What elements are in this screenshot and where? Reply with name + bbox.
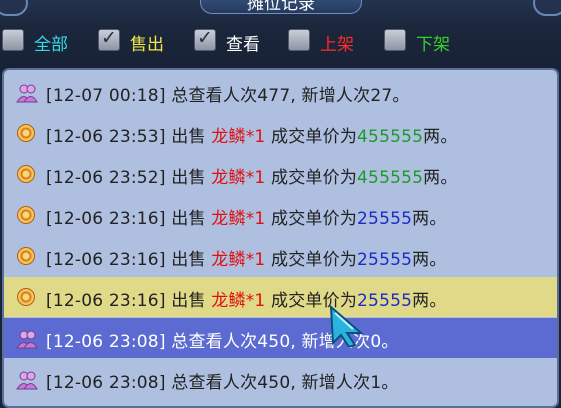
sale-record-row[interactable]: [12-06 23:53] 出售 龙鳞*1 成交单价为455555两。 [4,113,557,153]
record-mid: 成交单价为 [271,127,358,147]
record-summary: 总查看人次477, 新增人次27。 [171,86,410,106]
view-record-row[interactable]: [12-07 00:18] 总查看人次477, 新增人次27。 [4,72,557,112]
record-text: [12-06 23:16] 出售 龙鳞*1 成交单价为25555两。 [46,245,447,270]
record-mid: 成交单价为 [271,209,358,229]
record-action: 出售 [171,168,206,188]
record-text: [12-06 23:16] 出售 龙鳞*1 成交单价为25555两。 [46,204,447,229]
record-price: 455555 [357,127,424,147]
coin-shape [17,247,35,265]
record-item: 龙鳞*1 [211,168,266,188]
record-time: [12-06 23:08] [46,373,166,393]
record-price: 25555 [357,209,413,229]
people-icon [16,329,38,349]
record-time: [12-06 23:08] [46,332,166,352]
record-mid: 成交单价为 [271,250,358,270]
people-shape [16,84,38,103]
record-price: 455555 [357,168,424,188]
record-time: [12-06 23:16] [46,250,166,270]
record-time: [12-07 00:18] [46,86,166,106]
record-text: [12-06 23:52] 出售 龙鳞*1 成交单价为455555两。 [46,163,458,188]
coin-icon [16,165,38,185]
check-icon: ✓ [101,27,117,49]
filter-all-label: 全部 [34,35,68,55]
coin-shape [17,124,35,142]
coin-shape [17,165,35,183]
checkbox[interactable]: ✓ [98,27,120,51]
record-unit: 两。 [423,168,458,188]
coin-icon [16,206,38,226]
view-record-row[interactable]: [12-06 23:08] 总查看人次450, 新增人次1。 [4,359,557,399]
sale-record-row[interactable]: [12-06 23:52] 出售 龙鳞*1 成交单价为455555两。 [4,154,557,194]
filter-sold-label: 售出 [130,35,164,55]
record-item: 龙鳞*1 [211,209,266,229]
coin-icon [16,124,38,144]
coin-icon [16,288,38,308]
checkbox[interactable]: ✓ [194,27,216,51]
record-action: 出售 [171,291,206,311]
record-unit: 两。 [412,291,447,311]
sale-record-row[interactable]: [12-06 23:16] 出售 龙鳞*1 成交单价为25555两。 [4,277,557,317]
filter-bar: 全部 ✓ 售出 ✓ 查看 上架 下架 [0,26,561,58]
people-shape [16,371,38,390]
filter-viewed-label: 查看 [226,35,260,55]
filter-delisted-label: 下架 [416,35,450,55]
record-time: [12-06 23:52] [46,168,166,188]
check-icon: ✓ [197,27,213,49]
cursor-icon [329,304,364,347]
people-shape [16,330,38,349]
checkbox[interactable] [384,29,406,51]
record-item: 龙鳞*1 [211,250,266,270]
record-action: 出售 [171,209,206,229]
coin-icon [16,247,38,267]
record-text: [12-06 23:53] 出售 龙鳞*1 成交单价为455555两。 [46,122,458,147]
frame-corner-right [533,0,561,16]
filter-listed-label: 上架 [320,35,354,55]
sale-record-row[interactable]: [12-06 23:16] 出售 龙鳞*1 成交单价为25555两。 [4,195,557,235]
coin-shape [17,288,35,306]
record-time: [12-06 23:53] [46,127,166,147]
coin-shape [17,206,35,224]
record-text: [12-06 23:16] 出售 龙鳞*1 成交单价为25555两。 [46,286,447,311]
record-item: 龙鳞*1 [211,291,266,311]
record-item: 龙鳞*1 [211,127,266,147]
record-price: 25555 [357,250,413,270]
record-text: [12-07 00:18] 总查看人次477, 新增人次27。 [46,81,410,106]
record-time: [12-06 23:16] [46,291,166,311]
record-list[interactable]: [12-07 00:18] 总查看人次477, 新增人次27。 [12-06 23… [2,68,559,408]
record-action: 出售 [171,127,206,147]
view-record-row[interactable]: [12-06 23:08] 总查看人次450, 新增人次0。 [4,318,557,358]
record-mid: 成交单价为 [271,168,358,188]
people-icon [16,370,38,390]
record-action: 出售 [171,250,206,270]
record-unit: 两。 [412,209,447,229]
record-unit: 两。 [423,127,458,147]
record-time: [12-06 23:16] [46,209,166,229]
frame-corner-left [0,0,28,16]
sale-record-row[interactable]: [12-06 23:16] 出售 龙鳞*1 成交单价为25555两。 [4,236,557,276]
window-title: 摊位记录 [200,0,362,14]
checkbox[interactable] [288,29,310,51]
record-summary: 总查看人次450, 新增人次1。 [171,373,399,393]
people-icon [16,83,38,103]
checkbox[interactable] [2,29,24,51]
record-unit: 两。 [412,250,447,270]
record-text: [12-06 23:08] 总查看人次450, 新增人次1。 [46,368,399,393]
